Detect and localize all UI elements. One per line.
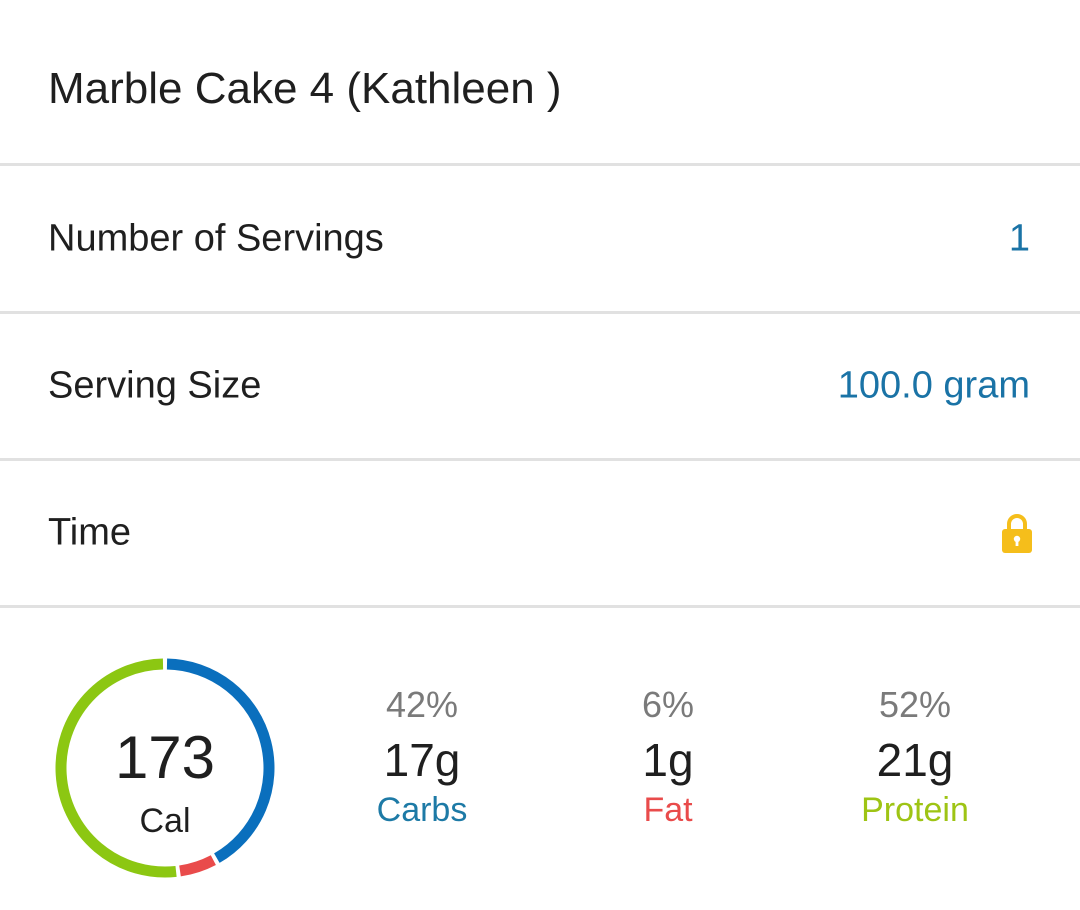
protein-label: Protein [861, 791, 969, 829]
time-label: Time [48, 511, 132, 553]
time-row[interactable]: Time [0, 460, 1080, 608]
carbs-grams: 17g [383, 734, 461, 786]
ring-segment-fat [179, 855, 216, 877]
fat-label: Fat [643, 791, 693, 829]
serving-size-value[interactable]: 100.0 gram [838, 364, 1030, 407]
macro-fat: 6% 1g Fat [568, 684, 768, 830]
lock-icon[interactable] [1000, 512, 1034, 554]
serving-size-row[interactable]: Serving Size 100.0 gram [0, 313, 1080, 461]
servings-label: Number of Servings [48, 217, 384, 259]
nutrition-summary: 173 Cal 42% 17g Carbs 6% 1g Fat 52% 21g … [0, 608, 1080, 910]
calorie-label: Cal [139, 802, 191, 840]
food-title: Marble Cake 4 (Kathleen ) [48, 64, 562, 113]
servings-value[interactable]: 1 [1009, 217, 1030, 260]
number-of-servings-row[interactable]: Number of Servings 1 [0, 166, 1080, 314]
entry-header: Marble Cake 4 (Kathleen ) [0, 0, 1080, 166]
carbs-percent: 42% [385, 684, 459, 725]
protein-percent: 52% [878, 684, 952, 725]
macro-protein: 52% 21g Protein [815, 684, 1015, 830]
macro-carbs: 42% 17g Carbs [322, 684, 522, 830]
calorie-value: 173 [114, 724, 216, 791]
serving-size-label: Serving Size [48, 364, 262, 406]
carbs-label: Carbs [376, 791, 468, 829]
fat-percent: 6% [641, 684, 695, 725]
calorie-ring: 173 Cal [50, 653, 280, 883]
fat-grams: 1g [642, 734, 694, 786]
protein-grams: 21g [876, 734, 954, 786]
